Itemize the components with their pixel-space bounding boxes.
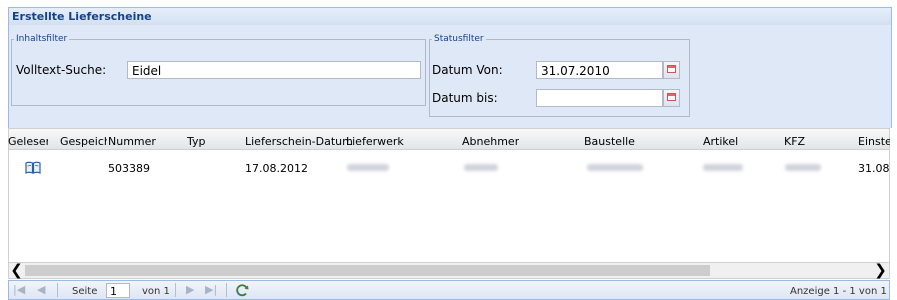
column-header-einstellungsdatum[interactable]: Einstell bbox=[858, 135, 890, 148]
scrollbar-thumb[interactable] bbox=[25, 265, 710, 276]
toolbar-separator bbox=[226, 283, 227, 297]
column-header-artikel[interactable]: Artikel bbox=[703, 135, 738, 148]
date-from-input[interactable]: 31.07.2010 bbox=[536, 61, 663, 79]
page-number-input[interactable]: 1 bbox=[106, 283, 130, 298]
redacted-kfz bbox=[785, 164, 821, 171]
calendar-icon bbox=[667, 93, 676, 101]
column-header-kfz[interactable]: KFZ bbox=[784, 135, 805, 148]
redacted-lieferwerk bbox=[347, 164, 389, 171]
redacted-artikel bbox=[703, 164, 743, 171]
date-to-label: Datum bis: bbox=[432, 91, 498, 105]
status-filter-legend: Statusfilter bbox=[434, 34, 484, 44]
column-header-nummer[interactable]: Nummer bbox=[108, 135, 156, 148]
paging-toolbar bbox=[8, 280, 890, 300]
cell-lieferschein-datum: 17.08.2012 bbox=[245, 162, 308, 175]
date-to-calendar-button[interactable] bbox=[663, 89, 680, 107]
last-page-icon[interactable]: ▶| bbox=[205, 283, 217, 296]
column-header-typ[interactable]: Typ bbox=[187, 135, 206, 148]
column-header-gelesen[interactable]: Geleser bbox=[8, 135, 48, 148]
column-header-lieferschein-datum[interactable]: Lieferschein-Datum bbox=[245, 135, 353, 148]
next-page-icon[interactable]: ▶ bbox=[186, 283, 194, 296]
column-header-abnehmer[interactable]: Abnehmer bbox=[462, 135, 519, 148]
scroll-right-arrow-icon[interactable]: ❯ bbox=[872, 263, 889, 278]
date-from-calendar-button[interactable] bbox=[663, 61, 680, 79]
fulltext-search-label: Volltext-Suche: bbox=[16, 63, 107, 77]
panel-title: Erstellte Lieferscheine bbox=[12, 10, 152, 23]
first-page-icon[interactable]: |◀ bbox=[13, 283, 25, 296]
date-from-label: Datum Von: bbox=[432, 63, 503, 77]
book-icon[interactable] bbox=[25, 161, 41, 174]
refresh-icon[interactable] bbox=[235, 283, 250, 298]
page-label: Seite bbox=[72, 286, 98, 297]
toolbar-separator bbox=[57, 283, 58, 297]
scroll-left-arrow-icon[interactable]: ❮ bbox=[8, 263, 25, 278]
page-total-label: von 1 bbox=[142, 286, 170, 297]
fulltext-search-input[interactable]: Eidel bbox=[127, 61, 421, 79]
panel-header: Erstellte Lieferscheine bbox=[8, 7, 892, 26]
column-header-lieferwerk[interactable]: Lieferwerk bbox=[346, 135, 404, 148]
redacted-baustelle bbox=[587, 164, 643, 171]
cell-einstellungsdatum: 31.08.2 bbox=[858, 162, 890, 175]
content-filter-legend: Inhaltsfilter bbox=[16, 34, 68, 44]
toolbar-separator bbox=[175, 283, 176, 297]
cell-nummer: 503389 bbox=[108, 162, 150, 175]
previous-page-icon[interactable]: ◀ bbox=[37, 283, 45, 296]
column-header-gespeichert[interactable]: Gespeich bbox=[60, 135, 107, 148]
date-to-input[interactable] bbox=[536, 89, 663, 107]
redacted-abnehmer bbox=[464, 164, 498, 171]
paging-display-info: Anzeige 1 - 1 von 1 bbox=[790, 286, 887, 297]
calendar-icon bbox=[667, 65, 676, 73]
column-header-baustelle[interactable]: Baustelle bbox=[584, 135, 635, 148]
